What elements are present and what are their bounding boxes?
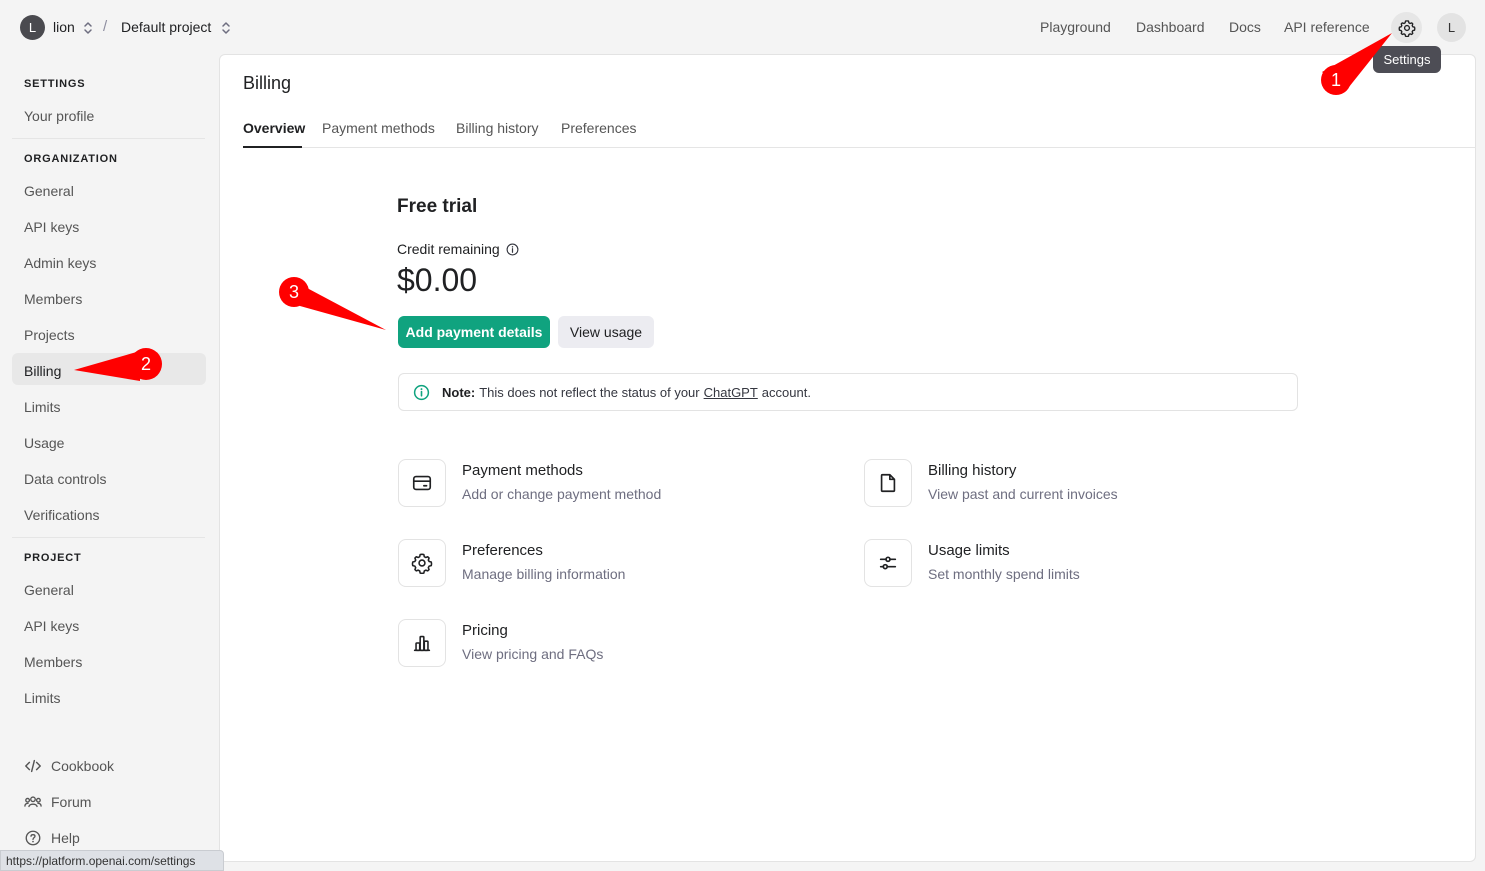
sidebar: SETTINGS Your profile ORGANIZATION Gener… [0,54,218,871]
sidebar-item-verifications[interactable]: Verifications [24,507,99,523]
main-panel [219,54,1476,862]
sidebar-item-org-limits[interactable]: Limits [24,399,61,415]
info-icon[interactable] [506,243,519,256]
tab-payment-methods[interactable]: Payment methods [322,120,435,136]
sidebar-item-project-api-keys[interactable]: API keys [24,618,79,634]
settings-heading: SETTINGS [24,78,86,90]
sidebar-item-forum[interactable]: Forum [24,793,91,811]
card-subtitle: Manage billing information [462,566,626,582]
sidebar-divider [12,537,205,538]
sidebar-item-help[interactable]: Help [24,829,80,847]
card-subtitle: View pricing and FAQs [462,646,604,662]
gear-icon [1398,19,1415,37]
credit-card-icon [398,459,446,507]
card-title: Pricing [462,622,508,639]
nav-dashboard[interactable]: Dashboard [1136,19,1205,35]
card-billing-history[interactable]: Billing history View past and current in… [864,459,1284,509]
sidebar-item-org-general[interactable]: General [24,183,74,199]
settings-tooltip: Settings [1373,46,1441,73]
credit-amount: $0.00 [397,262,478,298]
card-preferences[interactable]: Preferences Manage billing information [398,539,818,589]
forum-label: Forum [51,794,92,810]
document-icon [864,459,912,507]
plan-title: Free trial [397,196,478,217]
sidebar-item-your-profile[interactable]: Your profile [24,108,94,124]
people-icon [24,796,42,808]
tab-preferences[interactable]: Preferences [561,120,636,136]
cookbook-label: Cookbook [51,758,115,774]
card-title: Preferences [462,542,543,559]
sidebar-item-data-controls[interactable]: Data controls [24,471,106,487]
project-name[interactable]: Default project [121,19,211,35]
note-banner: Note: This does not reflect the status o… [398,373,1298,411]
annotation-label-2: 2 [141,354,152,374]
note-label: Note: [442,384,476,400]
top-bar: L lion / Default project Playground Dash… [0,0,1485,54]
tab-overview[interactable]: Overview [243,120,305,136]
settings-button[interactable] [1391,12,1422,43]
card-title: Payment methods [462,462,583,479]
sliders-icon [864,539,912,587]
annotation-label-3: 3 [289,282,300,302]
card-payment-methods[interactable]: Payment methods Add or change payment me… [398,459,818,509]
project-heading: PROJECT [24,552,82,564]
bar-chart-icon [398,619,446,667]
credit-label-text: Credit remaining [397,241,500,257]
card-title: Usage limits [928,542,1010,559]
sidebar-item-project-general[interactable]: General [24,582,74,598]
tab-billing-history[interactable]: Billing history [456,120,538,136]
card-subtitle: View past and current invoices [928,486,1118,502]
sidebar-item-projects[interactable]: Projects [24,327,75,343]
chevron-up-down-icon[interactable] [221,21,231,35]
note-text: This does not reflect the status of your [479,384,700,400]
card-subtitle: Add or change payment method [462,486,662,502]
card-title: Billing history [928,462,1017,479]
help-label: Help [51,830,80,846]
browser-status-url: https://platform.openai.com/settings [0,850,224,871]
sidebar-item-org-members[interactable]: Members [24,291,82,307]
active-tab-indicator [243,146,302,148]
view-usage-button[interactable]: View usage [558,316,654,348]
user-avatar[interactable]: L [1437,13,1466,42]
sidebar-item-project-members[interactable]: Members [24,654,82,670]
card-pricing[interactable]: Pricing View pricing and FAQs [398,619,818,669]
note-text-end: account. [761,384,811,400]
help-icon [25,830,41,846]
sidebar-item-usage[interactable]: Usage [24,435,64,451]
nav-playground[interactable]: Playground [1040,19,1111,35]
chevron-up-down-icon[interactable] [83,21,93,35]
sidebar-item-org-api-keys[interactable]: API keys [24,219,79,235]
sidebar-divider [12,138,205,139]
nav-docs[interactable]: Docs [1229,19,1261,35]
tab-divider [243,147,1476,148]
organization-heading: ORGANIZATION [24,153,118,165]
card-usage-limits[interactable]: Usage limits Set monthly spend limits [864,539,1284,589]
breadcrumb-separator: / [103,18,108,35]
gear-icon [398,539,446,587]
sidebar-item-billing-label[interactable]: Billing [24,363,61,379]
credit-label: Credit remaining [397,241,519,257]
code-icon [25,759,41,773]
nav-api-reference[interactable]: API reference [1284,19,1370,35]
add-payment-details-button[interactable]: Add payment details [398,316,550,348]
annotation-label-1: 1 [1331,70,1342,90]
sidebar-item-project-limits[interactable]: Limits [24,690,61,706]
page-title: Billing [243,73,292,93]
sidebar-item-admin-keys[interactable]: Admin keys [24,255,96,271]
info-circle-icon [413,384,430,401]
org-avatar[interactable]: L [20,15,45,40]
sidebar-item-cookbook[interactable]: Cookbook [24,757,114,775]
chatgpt-link[interactable]: ChatGPT [704,385,758,400]
card-subtitle: Set monthly spend limits [928,566,1080,582]
org-name[interactable]: lion [53,19,75,35]
